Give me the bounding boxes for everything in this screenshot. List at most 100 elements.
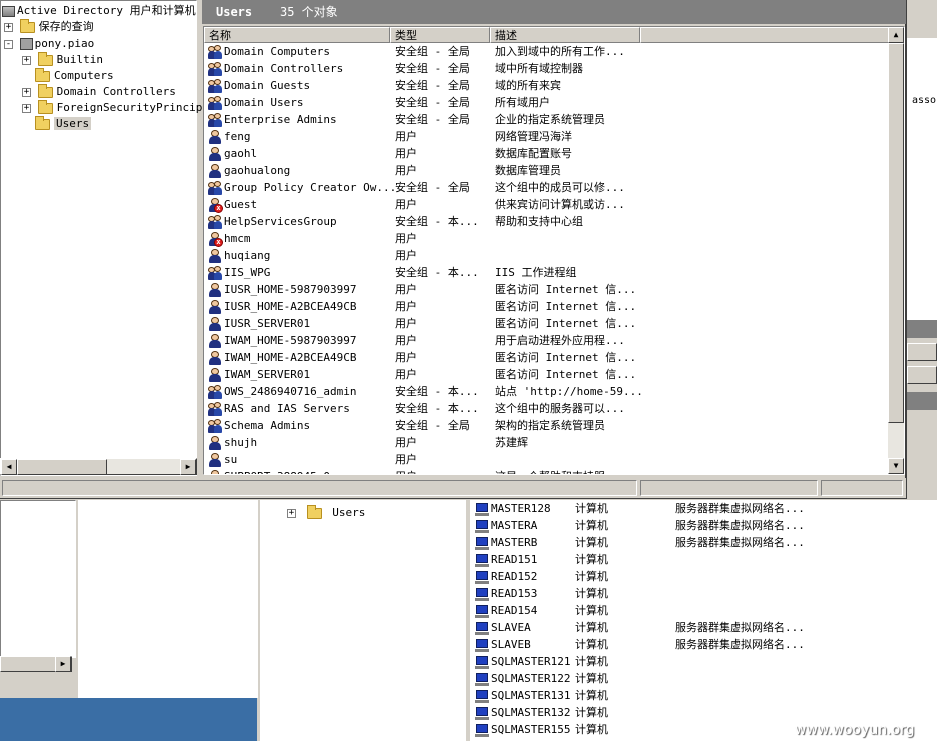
user-icon [208, 334, 222, 348]
left-hscroll[interactable]: ◀ ▶ [0, 458, 197, 475]
list-item[interactable]: gaohualong 用户 数据库管理员 [208, 162, 890, 179]
expand-icon[interactable]: - [4, 39, 13, 49]
item-type: 安全组 - 全局 [395, 181, 470, 194]
computer-type: 计算机 [575, 672, 608, 685]
computer-item[interactable]: SQLMASTER122 计算机 [475, 670, 935, 687]
item-description: 网络管理冯海洋 [495, 130, 572, 143]
computer-item[interactable]: MASTERB 计算机 服务器群集虚拟网络名... [475, 534, 935, 551]
column-header-description[interactable]: 描述 [490, 27, 640, 43]
computer-item[interactable]: READ153 计算机 [475, 585, 935, 602]
scroll-thumb[interactable] [17, 459, 107, 475]
disabled-user-icon: x [208, 232, 223, 247]
scroll-up-button[interactable]: ▲ [888, 27, 904, 43]
user-icon [208, 130, 222, 144]
list-item[interactable]: HelpServicesGroup 安全组 - 本... 帮助和支持中心组 [208, 213, 890, 230]
computer-item[interactable]: READ152 计算机 [475, 568, 935, 585]
expand-icon[interactable]: + [22, 103, 31, 113]
list-item[interactable]: IUSR_SERVER01 用户 匿名访问 Internet 信... [208, 315, 890, 332]
tree-item[interactable]: - pony.piao [4, 36, 94, 52]
tree-item[interactable]: + ForeignSecurityPrincipa [22, 99, 209, 116]
list-item[interactable]: Domain Guests 安全组 - 全局 域的所有来宾 [208, 77, 890, 94]
tree-item[interactable]: Active Directory 用户和计算机 [2, 3, 196, 19]
item-name: Domain Guests [224, 79, 311, 92]
scroll-down-button[interactable]: ▼ [888, 458, 904, 474]
expand-icon[interactable]: + [22, 87, 31, 97]
column-header-type[interactable]: 类型 [390, 27, 490, 43]
computer-item[interactable]: SQLMASTER132 计算机 [475, 704, 935, 721]
item-name: IIS_WPG [224, 266, 271, 279]
list-item[interactable]: shujh 用户 苏建辉 [208, 434, 890, 451]
computer-name: READ154 [491, 604, 538, 617]
list-item[interactable]: Enterprise Admins 安全组 - 全局 企业的指定系统管理员 [208, 111, 890, 128]
list-item[interactable]: x Guest 用户 供来宾访问计算机或访... [208, 196, 890, 213]
expand-icon[interactable]: + [4, 22, 13, 32]
computer-item[interactable]: SQLMASTER121 计算机 [475, 653, 935, 670]
item-description: 架构的指定系统管理员 [495, 419, 605, 432]
item-type: 用户 [395, 283, 417, 296]
list-item[interactable]: Schema Admins 安全组 - 全局 架构的指定系统管理员 [208, 417, 890, 434]
list-item[interactable]: IWAM_SERVER01 用户 匿名访问 Internet 信... [208, 366, 890, 383]
scroll-right-button[interactable]: ▶ [55, 656, 71, 672]
background-right-button[interactable] [907, 343, 937, 361]
computer-item[interactable]: READ151 计算机 [475, 551, 935, 568]
item-name: Schema Admins [224, 419, 311, 432]
background-tree-item-users[interactable]: + Users [287, 504, 365, 521]
tree-item-label: Builtin [56, 53, 103, 66]
list-vscroll[interactable]: ▲ ▼ [888, 27, 904, 474]
computer-item[interactable]: READ154 计算机 [475, 602, 935, 619]
computer-item[interactable]: MASTERA 计算机 服务器群集虚拟网络名... [475, 517, 935, 534]
background-right-button-2[interactable] [907, 366, 937, 384]
tree-item[interactable]: Computers [22, 67, 114, 84]
list-item[interactable]: Domain Users 安全组 - 全局 所有域用户 [208, 94, 890, 111]
list-item[interactable]: x hmcm 用户 [208, 230, 890, 247]
computer-item[interactable]: MASTER128 计算机 服务器群集虚拟网络名... [475, 500, 935, 517]
group-icon [208, 215, 222, 229]
computer-name: SQLMASTER122 [491, 672, 571, 685]
group-icon [208, 181, 222, 195]
item-name: HelpServicesGroup [224, 215, 337, 228]
computer-item[interactable]: SLAVEA 计算机 服务器群集虚拟网络名... [475, 619, 935, 636]
tree-item[interactable]: + Builtin [22, 51, 103, 68]
tree-item[interactable]: + 保存的查询 [4, 18, 94, 35]
list-item[interactable]: su 用户 [208, 451, 890, 468]
list-item[interactable]: OWS_2486940716_admin 安全组 - 本... 站点 'http:/… [208, 383, 890, 400]
item-name: IWAM_SERVER01 [224, 368, 311, 381]
list-item[interactable]: SUPPORT_388945a0 用户这是一个帮助和支持服... [208, 468, 890, 474]
list-item[interactable]: huqiang 用户 [208, 247, 890, 264]
list-item[interactable]: IWAM_HOME-5987903997 用户 用于启动进程外应用程... [208, 332, 890, 349]
item-type: 安全组 - 本... [395, 266, 479, 279]
status-pane-3 [821, 480, 903, 496]
computer-item[interactable]: SQLMASTER131 计算机 [475, 687, 935, 704]
computer-name: MASTERA [491, 519, 538, 532]
list-item[interactable]: Group Policy Creator Ow... 安全组 - 全局 这个组中的成… [208, 179, 890, 196]
item-description: 匿名访问 Internet 信... [495, 317, 637, 330]
vscroll-thumb[interactable] [888, 43, 904, 423]
list-item[interactable]: IIS_WPG 安全组 - 本... IIS 工作进程组 [208, 264, 890, 281]
computer-type: 计算机 [575, 570, 608, 583]
tree-item[interactable]: + Domain Controllers [22, 83, 176, 100]
ou-folder-icon [37, 83, 53, 98]
list-item[interactable]: Domain Controllers 安全组 - 全局 域中所有域控制器 [208, 60, 890, 77]
column-header-name[interactable]: 名称 [204, 27, 390, 43]
scroll-right-button[interactable]: ▶ [180, 459, 196, 475]
computer-type: 计算机 [575, 723, 608, 736]
list-item[interactable]: feng 用户 网络管理冯海洋 [208, 128, 890, 145]
tree-item[interactable]: Users [22, 115, 92, 132]
list-item[interactable]: IUSR_HOME-A2BCEA49CB 用户 匿名访问 Internet 信... [208, 298, 890, 315]
expand-icon[interactable]: + [287, 508, 296, 518]
list-item[interactable]: IWAM_HOME-A2BCEA49CB 用户 匿名访问 Internet 信... [208, 349, 890, 366]
panel-title: Users [216, 5, 253, 19]
computer-icon [475, 638, 489, 652]
computer-name: READ152 [491, 570, 538, 583]
expand-icon[interactable]: + [22, 55, 31, 65]
list-item[interactable]: RAS and IAS Servers 安全组 - 本... 这个组中的服务器可以.… [208, 400, 890, 417]
group-icon [208, 96, 222, 110]
computer-item[interactable]: SLAVEB 计算机 服务器群集虚拟网络名... [475, 636, 935, 653]
computer-icon [475, 672, 489, 686]
item-type: 安全组 - 本... [395, 385, 479, 398]
background-left-hscroll[interactable]: ▶ [0, 656, 72, 672]
scroll-left-button[interactable]: ◀ [1, 459, 17, 475]
list-item[interactable]: IUSR_HOME-5987903997 用户 匿名访问 Internet 信... [208, 281, 890, 298]
list-item[interactable]: Domain Computers 安全组 - 全局 加入到域中的所有工作... [208, 43, 890, 60]
list-item[interactable]: gaohl 用户 数据库配置账号 [208, 145, 890, 162]
